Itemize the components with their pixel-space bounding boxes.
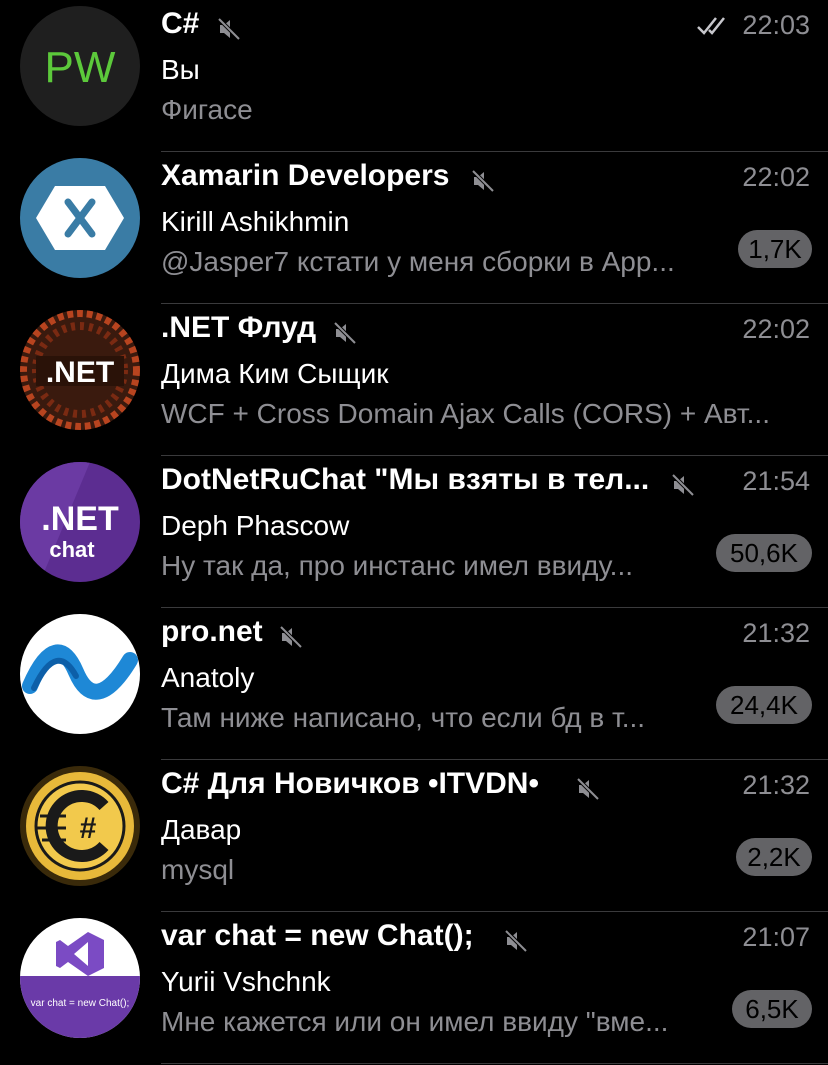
muted-icon <box>279 625 303 649</box>
chat-preview: Ну так да, про инстанс имел ввиду... <box>161 550 634 581</box>
unread-badge: 50,6K <box>716 534 812 572</box>
chat-row[interactable]: PW C# 22:03 Вы Фигасе <box>0 0 828 152</box>
muted-icon <box>504 929 528 953</box>
avatar-text: var chat = new Chat(); <box>31 998 130 1009</box>
pw-avatar: PW <box>20 6 140 126</box>
visual-studio-logo: var chat = new Chat(); <box>20 918 140 1038</box>
double-check-icon <box>697 17 725 35</box>
chat-title: C# Для Новичков •ITVDN• <box>161 767 539 800</box>
chat-row[interactable]: var chat = new Chat(); var chat = new Ch… <box>0 912 828 1064</box>
avatar-text: .NET <box>41 500 119 538</box>
chat-preview: @Jasper7 кстати у меня сборки в App... <box>161 246 675 277</box>
chat-time: 21:32 <box>742 770 810 800</box>
avatar-initials: PW <box>45 43 116 92</box>
svg-text:#: # <box>80 812 97 845</box>
xamarin-logo <box>20 158 140 278</box>
chat-row[interactable]: .NET .NET Флуд 22:02 Дима Ким Сыщик WCF … <box>0 304 828 456</box>
chat-title: var chat = new Chat(); <box>161 919 474 952</box>
chat-time: 21:32 <box>742 618 810 648</box>
unread-badge: 24,4K <box>716 686 812 724</box>
chat-row[interactable]: # C# Для Новичков •ITVDN• 21:32 Давар my… <box>0 760 828 912</box>
chat-row[interactable]: pro.net 21:32 Anatoly Там ниже написано,… <box>0 608 828 760</box>
chat-title: DotNetRuChat "Мы взяты в тел... <box>161 463 650 496</box>
avatar-text: .NET <box>46 356 114 389</box>
chat-list: PW C# 22:03 Вы Фигасе Xamarin Developers… <box>0 0 828 1065</box>
chat-sender: Yurii Vshchnk <box>161 966 331 997</box>
chat-row[interactable]: .NET chat DotNetRuChat "Мы взяты в тел..… <box>0 456 828 608</box>
muted-icon <box>471 169 495 193</box>
chat-row[interactable]: Xamarin Developers 22:02 Kirill Ashikhmi… <box>0 152 828 304</box>
chat-time: 22:02 <box>742 314 810 344</box>
chat-title: Xamarin Developers <box>161 159 450 192</box>
chat-title: C# <box>161 7 200 40</box>
chat-sender: Anatoly <box>161 662 255 693</box>
chat-title: pro.net <box>161 615 263 648</box>
muted-icon <box>217 17 241 41</box>
unread-badge: 6,5K <box>732 990 812 1028</box>
chat-sender: Давар <box>161 814 242 845</box>
chat-preview: Там ниже написано, что если бд в т... <box>161 702 646 733</box>
chat-sender: Kirill Ashikhmin <box>161 206 350 237</box>
dotnet-wave-logo <box>20 614 140 734</box>
unread-badge: 2,2K <box>736 838 812 876</box>
chat-preview: Фигасе <box>161 94 253 125</box>
chat-sender: Дима Ким Сыщик <box>161 358 389 389</box>
muted-icon <box>333 321 357 345</box>
muted-icon <box>671 473 695 497</box>
chat-sender: Вы <box>161 54 200 85</box>
chat-time: 22:02 <box>742 162 810 192</box>
chat-time: 22:03 <box>742 10 810 40</box>
chat-preview: Мне кажется или он имел ввиду "вме... <box>161 1006 669 1037</box>
chat-sender: Deph Phascow <box>161 510 350 541</box>
chat-preview: mysql <box>161 854 235 885</box>
muted-icon <box>576 777 600 801</box>
separator <box>161 1063 828 1064</box>
net-flood-logo: .NET <box>20 310 140 430</box>
chat-time: 21:54 <box>742 466 810 496</box>
chat-time: 21:07 <box>742 922 810 952</box>
avatar-subtext: chat <box>49 537 95 562</box>
chat-title: .NET Флуд <box>161 311 317 344</box>
csharp-coin-logo: # <box>20 766 140 886</box>
chat-preview: WCF + Cross Domain Ajax Calls (CORS) + А… <box>161 398 770 429</box>
unread-badge: 1,7K <box>738 230 812 268</box>
dotnetru-chat-logo: .NET chat <box>20 462 140 582</box>
